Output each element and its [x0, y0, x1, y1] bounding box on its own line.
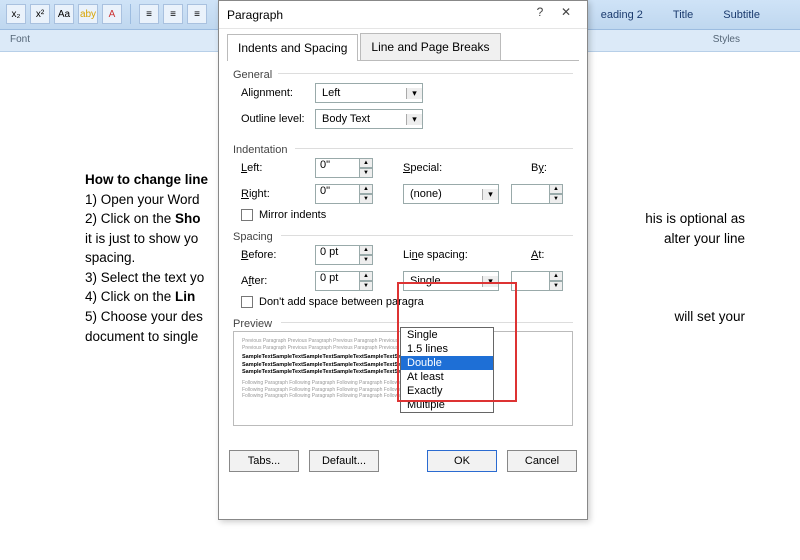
- line-spacing-option[interactable]: Double: [401, 356, 493, 370]
- dialog-tabs: Indents and Spacing Line and Page Breaks: [219, 29, 587, 60]
- mirror-indents-checkbox[interactable]: Mirror indents: [233, 209, 573, 221]
- line-spacing-label: Line spacing:: [403, 249, 475, 261]
- chevron-down-icon: ▾: [406, 114, 422, 125]
- indent-left-label: Left:: [233, 162, 315, 174]
- separator: [130, 4, 131, 24]
- align-center-icon[interactable]: ≡: [163, 4, 183, 24]
- paragraph-dialog: Paragraph ? ✕ Indents and Spacing Line a…: [218, 0, 588, 520]
- doc-line-2-left: 2) Click on the Sho: [85, 209, 201, 229]
- ribbon-font-buttons: x₂ x² Aa aby A ≡ ≡ ≡: [6, 4, 207, 24]
- align-left-icon[interactable]: ≡: [139, 4, 159, 24]
- subscript-icon[interactable]: x₂: [6, 4, 26, 24]
- font-group-label: Font: [10, 34, 30, 45]
- default-button[interactable]: Default...: [309, 450, 379, 472]
- general-section: General Alignment: Left ▾ Outline level:…: [233, 69, 573, 134]
- after-label: After:: [233, 275, 315, 287]
- spinner-down-icon[interactable]: ▼: [359, 281, 373, 291]
- outline-select[interactable]: Body Text ▾: [315, 109, 423, 129]
- align-right-icon[interactable]: ≡: [187, 4, 207, 24]
- chevron-down-icon: ▾: [406, 88, 422, 99]
- doc-line-3-left: it is just to show yo: [85, 229, 198, 249]
- indent-right-spinner[interactable]: 0" ▲▼: [315, 184, 373, 204]
- spinner-down-icon[interactable]: ▼: [549, 194, 563, 204]
- dialog-titlebar: Paragraph ? ✕: [219, 1, 587, 29]
- spinner-down-icon[interactable]: ▼: [359, 168, 373, 178]
- checkbox-icon: [241, 296, 253, 308]
- after-spinner[interactable]: 0 pt ▲▼: [315, 271, 373, 291]
- dialog-button-row: Tabs... Default... OK Cancel: [219, 450, 587, 482]
- spinner-up-icon[interactable]: ▲: [359, 245, 373, 255]
- doc-line-2-right: his is optional as: [645, 209, 745, 229]
- cancel-button[interactable]: Cancel: [507, 450, 577, 472]
- chevron-down-icon: ▾: [482, 189, 498, 200]
- special-select[interactable]: (none) ▾: [403, 184, 499, 204]
- at-label: At:: [531, 249, 571, 261]
- mirror-indents-label: Mirror indents: [259, 209, 326, 221]
- by-spinner[interactable]: ▲▼: [511, 184, 563, 204]
- tab-line-page-breaks[interactable]: Line and Page Breaks: [360, 33, 500, 60]
- change-case-icon[interactable]: Aa: [54, 4, 74, 24]
- line-spacing-option[interactable]: Multiple: [401, 398, 493, 412]
- spacing-section: Spacing Before: 0 pt ▲▼ Line spacing: At…: [233, 231, 573, 308]
- spinner-up-icon[interactable]: ▲: [359, 184, 373, 194]
- ok-button[interactable]: OK: [427, 450, 497, 472]
- by-label: By:: [531, 162, 571, 174]
- spinner-up-icon[interactable]: ▲: [359, 158, 373, 168]
- spinner-up-icon[interactable]: ▲: [549, 184, 563, 194]
- superscript-icon[interactable]: x²: [30, 4, 50, 24]
- special-label: Special:: [403, 162, 475, 174]
- no-space-label: Don't add space between paragra: [259, 296, 424, 308]
- spinner-down-icon[interactable]: ▼: [359, 255, 373, 265]
- line-spacing-option[interactable]: 1.5 lines: [401, 342, 493, 356]
- style-subtitle[interactable]: Subtitle: [723, 9, 760, 21]
- line-spacing-option[interactable]: Exactly: [401, 384, 493, 398]
- close-button[interactable]: ✕: [553, 5, 579, 25]
- spinner-up-icon[interactable]: ▲: [359, 271, 373, 281]
- font-color-icon[interactable]: A: [102, 4, 122, 24]
- tab-indents-spacing[interactable]: Indents and Spacing: [227, 34, 358, 61]
- spinner-down-icon[interactable]: ▼: [359, 194, 373, 204]
- no-space-checkbox[interactable]: Don't add space between paragra: [233, 296, 573, 308]
- spinner-down-icon[interactable]: ▼: [549, 281, 563, 291]
- alignment-select[interactable]: Left ▾: [315, 83, 423, 103]
- ribbon-styles: eading 2 Title Subtitle: [581, 0, 780, 30]
- indentation-section: Indentation Left: 0" ▲▼ Special: By: Rig…: [233, 144, 573, 221]
- line-spacing-dropdown[interactable]: Single1.5 linesDoubleAt leastExactlyMult…: [400, 327, 494, 413]
- tabs-button[interactable]: Tabs...: [229, 450, 299, 472]
- indent-left-spinner[interactable]: 0" ▲▼: [315, 158, 373, 178]
- dialog-title: Paragraph: [227, 8, 527, 22]
- outline-label: Outline level:: [233, 113, 315, 125]
- line-spacing-option[interactable]: Single: [401, 328, 493, 342]
- before-label: Before:: [233, 249, 315, 261]
- style-title[interactable]: Title: [673, 9, 693, 21]
- checkbox-icon: [241, 209, 253, 221]
- doc-line-7-left: 5) Choose your des: [85, 307, 203, 327]
- at-spinner[interactable]: ▲▼: [511, 271, 563, 291]
- alignment-label: Alignment:: [233, 87, 315, 99]
- doc-heading: How to change line: [85, 172, 208, 187]
- line-spacing-option[interactable]: At least: [401, 370, 493, 384]
- line-spacing-select[interactable]: Single ▾: [403, 271, 499, 291]
- indent-right-label: Right:: [233, 188, 315, 200]
- before-spinner[interactable]: 0 pt ▲▼: [315, 245, 373, 265]
- chevron-down-icon: ▾: [482, 276, 498, 287]
- highlight-icon[interactable]: aby: [78, 4, 98, 24]
- style-heading2[interactable]: eading 2: [601, 9, 643, 21]
- doc-line-3-right: alter your line: [664, 229, 745, 249]
- styles-group-label: Styles: [713, 34, 740, 45]
- spinner-up-icon[interactable]: ▲: [549, 271, 563, 281]
- doc-line-7-right: will set your: [674, 307, 745, 327]
- help-button[interactable]: ?: [527, 5, 553, 25]
